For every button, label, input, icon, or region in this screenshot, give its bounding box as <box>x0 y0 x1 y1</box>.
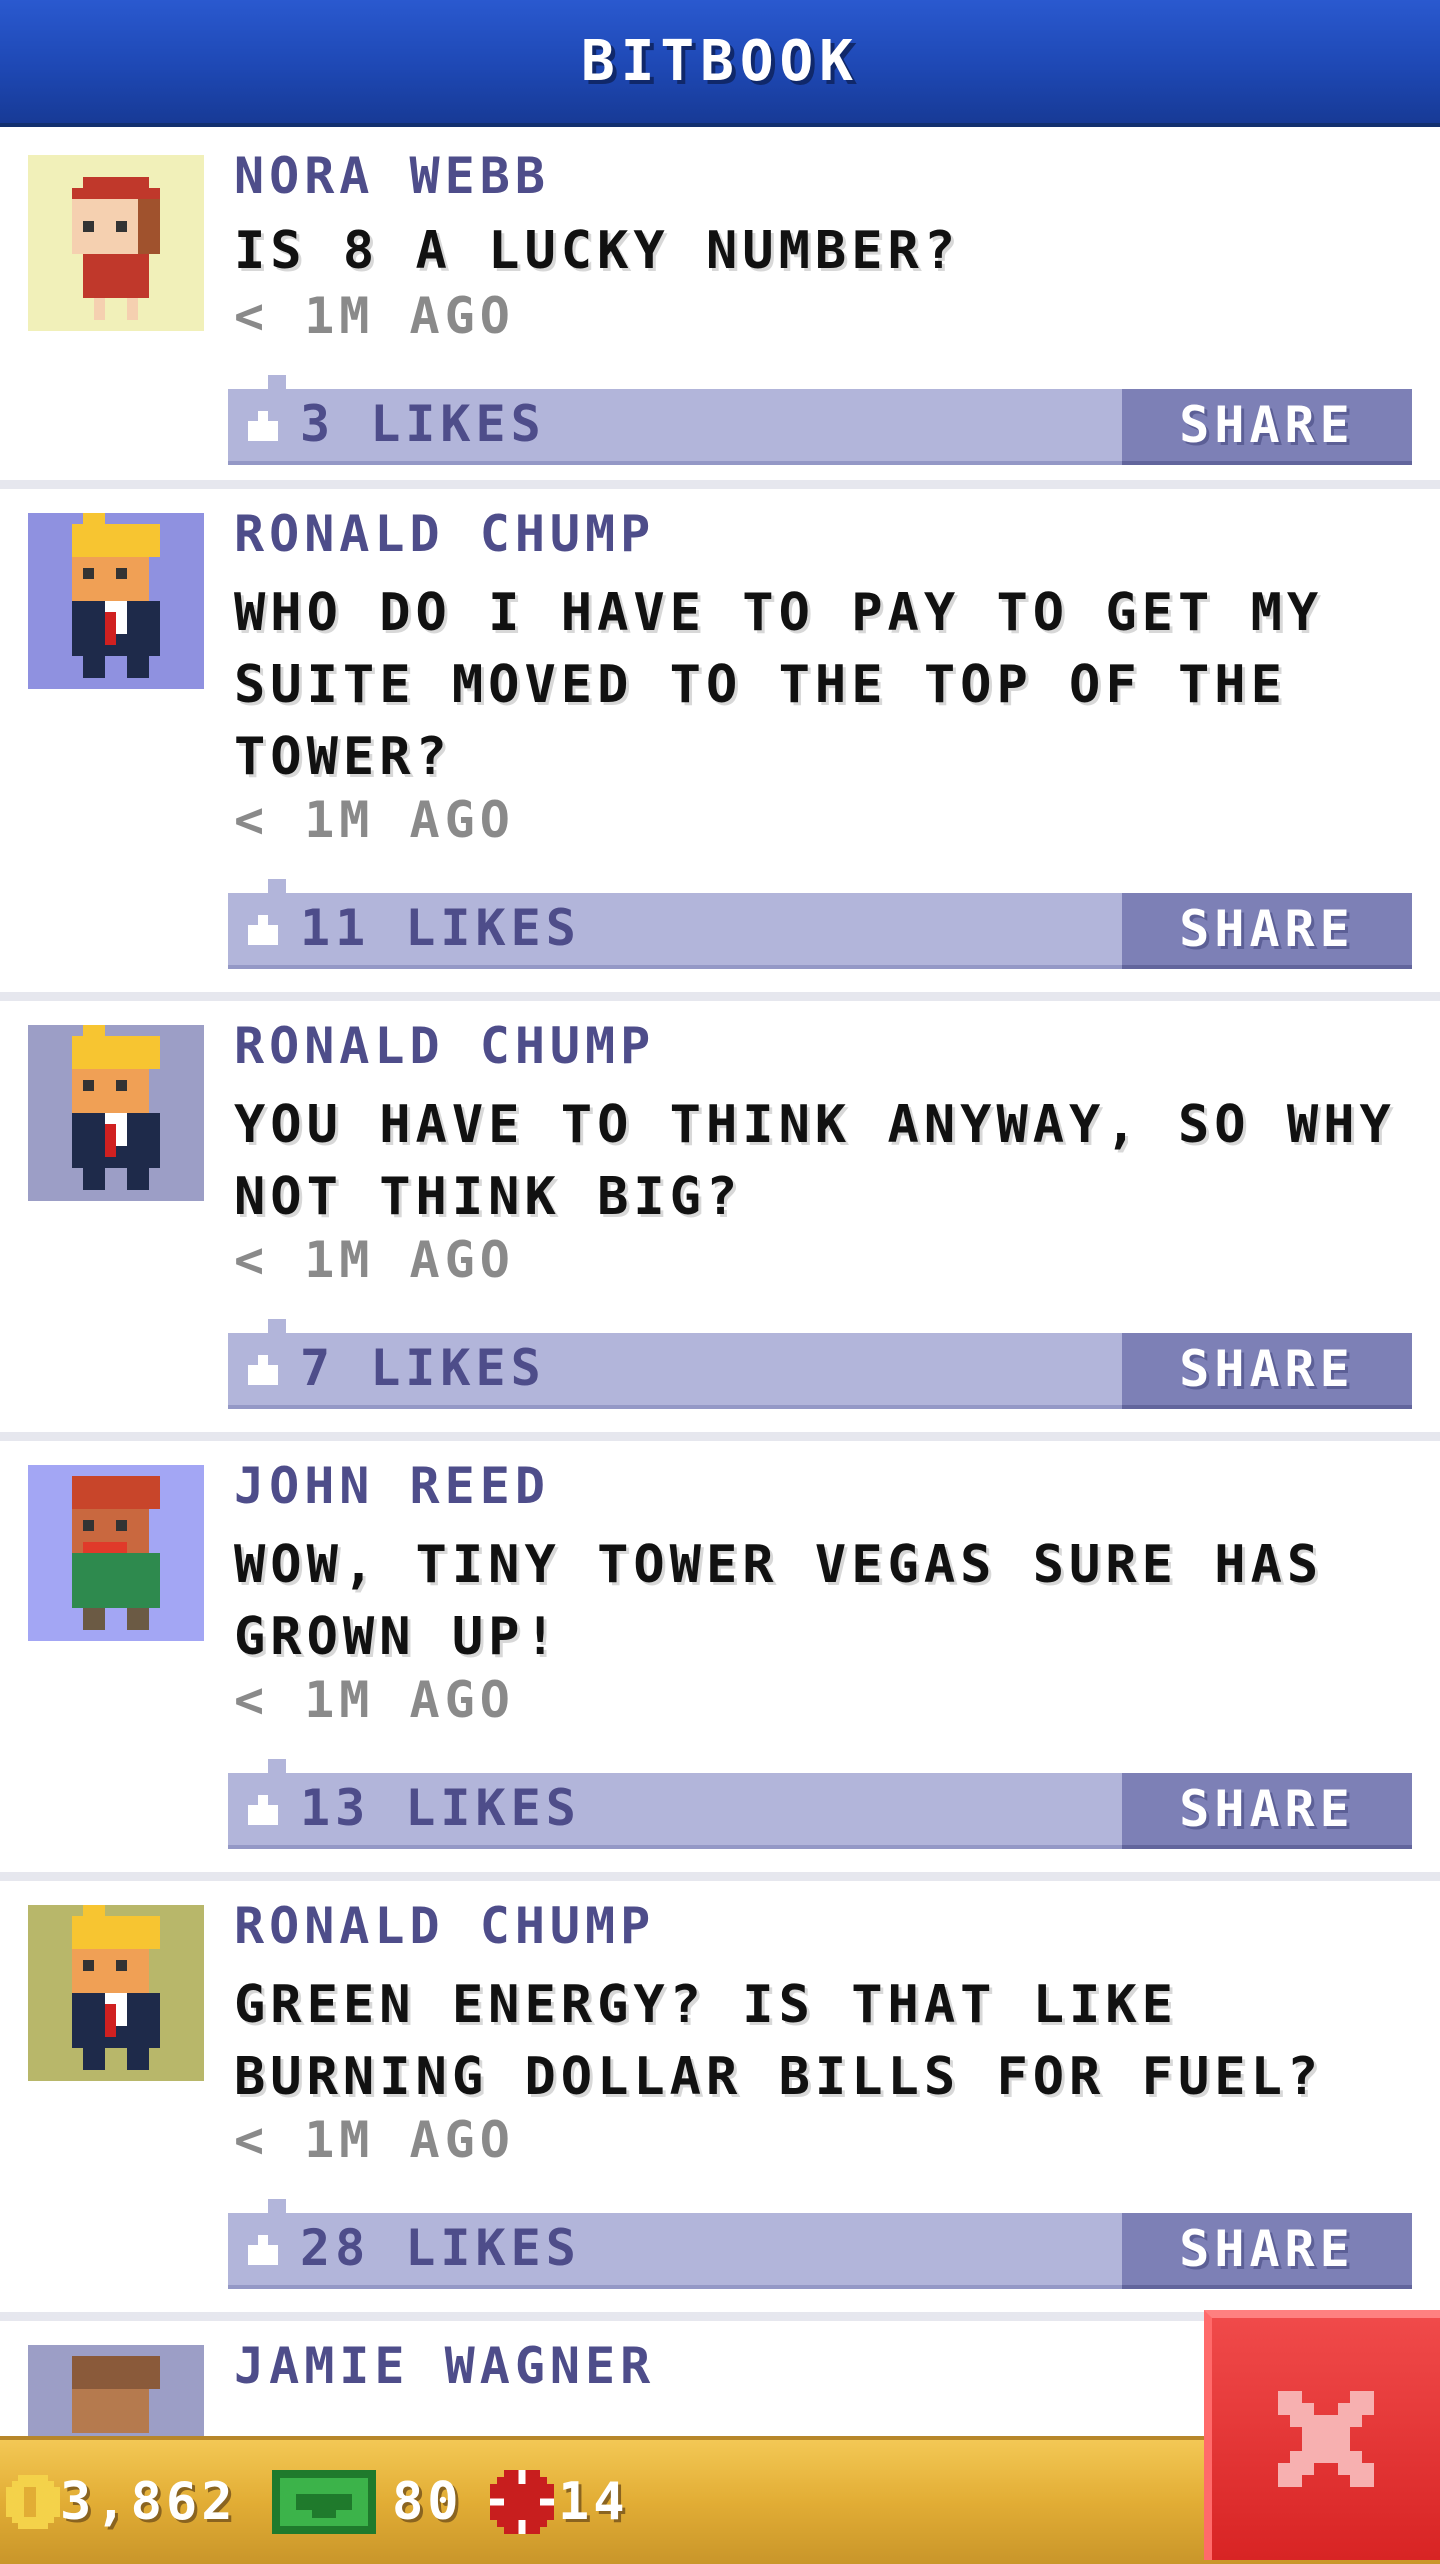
bux-value: 80 <box>392 2472 463 2532</box>
post-message: GREEN ENERGY? IS THAT LIKE BURNING DOLLA… <box>234 1975 1324 2107</box>
post-divider <box>0 1872 1440 1881</box>
post-author: NORA WEBB <box>234 147 550 205</box>
feed-post: RONALD CHUMP GREEN ENERGY? IS THAT LIKE … <box>0 1881 1440 2321</box>
app-header: BITBOOK <box>0 0 1440 127</box>
blond-man-suit-avatar-icon[interactable] <box>28 1905 204 2081</box>
chips-stat: 14 <box>490 2466 629 2538</box>
post-divider <box>0 480 1440 489</box>
share-button[interactable]: SHARE <box>1122 389 1412 465</box>
post-action-bar: 3 LIKES SHARE <box>228 375 1412 465</box>
post-action-bar: 13 LIKES SHARE <box>228 1759 1412 1849</box>
post-divider <box>0 1432 1440 1441</box>
post-author: JOHN REED <box>234 1457 550 1515</box>
post-message: WOW, TINY TOWER VEGAS SURE HAS GROWN UP! <box>234 1535 1324 1667</box>
post-message: WHO DO I HAVE TO PAY TO GET MY SUITE MOV… <box>234 583 1324 787</box>
blond-man-suit-avatar-icon[interactable] <box>28 513 204 689</box>
bux-stat: 80 <box>272 2466 463 2538</box>
like-bar-notch <box>268 879 286 893</box>
casino-chip-icon <box>490 2470 554 2534</box>
post-timestamp: < 1M AGO <box>234 1671 515 1729</box>
post-timestamp: < 1M AGO <box>234 791 515 849</box>
feed-post: RONALD CHUMP WHO DO I HAVE TO PAY TO GET… <box>0 489 1440 1001</box>
post-author: RONALD CHUMP <box>234 505 656 563</box>
like-icon[interactable] <box>248 411 278 441</box>
like-icon[interactable] <box>248 1795 278 1825</box>
feed-post: RONALD CHUMP YOU HAVE TO THINK ANYWAY, S… <box>0 1001 1440 1441</box>
share-button[interactable]: SHARE <box>1122 1773 1412 1849</box>
post-message: IS 8 A LUCKY NUMBER? <box>234 221 961 281</box>
post-message: YOU HAVE TO THINK ANYWAY, SO WHY NOT THI… <box>234 1095 1396 1227</box>
post-divider <box>0 992 1440 1001</box>
likes-count[interactable]: 13 LIKES <box>300 1779 581 1837</box>
feed-post: NORA WEBB IS 8 A LUCKY NUMBER? < 1M AGO … <box>0 127 1440 489</box>
like-bar-notch <box>268 1759 286 1773</box>
post-action-bar: 11 LIKES SHARE <box>228 879 1412 969</box>
close-x-icon <box>1278 2391 1374 2487</box>
likes-count[interactable]: 28 LIKES <box>300 2219 581 2277</box>
like-icon[interactable] <box>248 2235 278 2265</box>
post-action-bar: 7 LIKES SHARE <box>228 1319 1412 1409</box>
like-bar-notch <box>268 1319 286 1333</box>
red-hair-man-green-shirt-avatar-icon[interactable] <box>28 1465 204 1641</box>
coin-icon <box>6 2475 60 2529</box>
coins-value: 3,862 <box>60 2472 237 2532</box>
share-button[interactable]: SHARE <box>1122 893 1412 969</box>
share-button[interactable]: SHARE <box>1122 2213 1412 2289</box>
coins-stat: 3,862 <box>6 2466 237 2538</box>
app-title: BITBOOK <box>580 29 859 94</box>
like-bar-notch <box>268 375 286 389</box>
post-action-bar: 28 LIKES SHARE <box>228 2199 1412 2289</box>
close-button[interactable] <box>1204 2310 1440 2560</box>
likes-count[interactable]: 7 LIKES <box>300 1339 546 1397</box>
post-author: RONALD CHUMP <box>234 1897 656 1955</box>
share-button[interactable]: SHARE <box>1122 1333 1412 1409</box>
post-author: RONALD CHUMP <box>234 1017 656 1075</box>
likes-count[interactable]: 11 LIKES <box>300 899 581 957</box>
bux-cash-icon <box>272 2470 376 2534</box>
like-icon[interactable] <box>248 1355 278 1385</box>
like-icon[interactable] <box>248 915 278 945</box>
chips-value: 14 <box>558 2472 629 2532</box>
post-timestamp: < 1M AGO <box>234 1231 515 1289</box>
blond-man-suit-avatar-icon[interactable] <box>28 1025 204 1201</box>
post-timestamp: < 1M AGO <box>234 287 515 345</box>
likes-count[interactable]: 3 LIKES <box>300 395 546 453</box>
post-author: JAMIE WAGNER <box>234 2337 656 2395</box>
like-bar-notch <box>268 2199 286 2213</box>
girl-red-hair-avatar-icon[interactable] <box>28 155 204 331</box>
post-timestamp: < 1M AGO <box>234 2111 515 2169</box>
feed-post: JOHN REED WOW, TINY TOWER VEGAS SURE HAS… <box>0 1441 1440 1881</box>
bitbook-feed[interactable]: NORA WEBB IS 8 A LUCKY NUMBER? < 1M AGO … <box>0 127 1440 2521</box>
